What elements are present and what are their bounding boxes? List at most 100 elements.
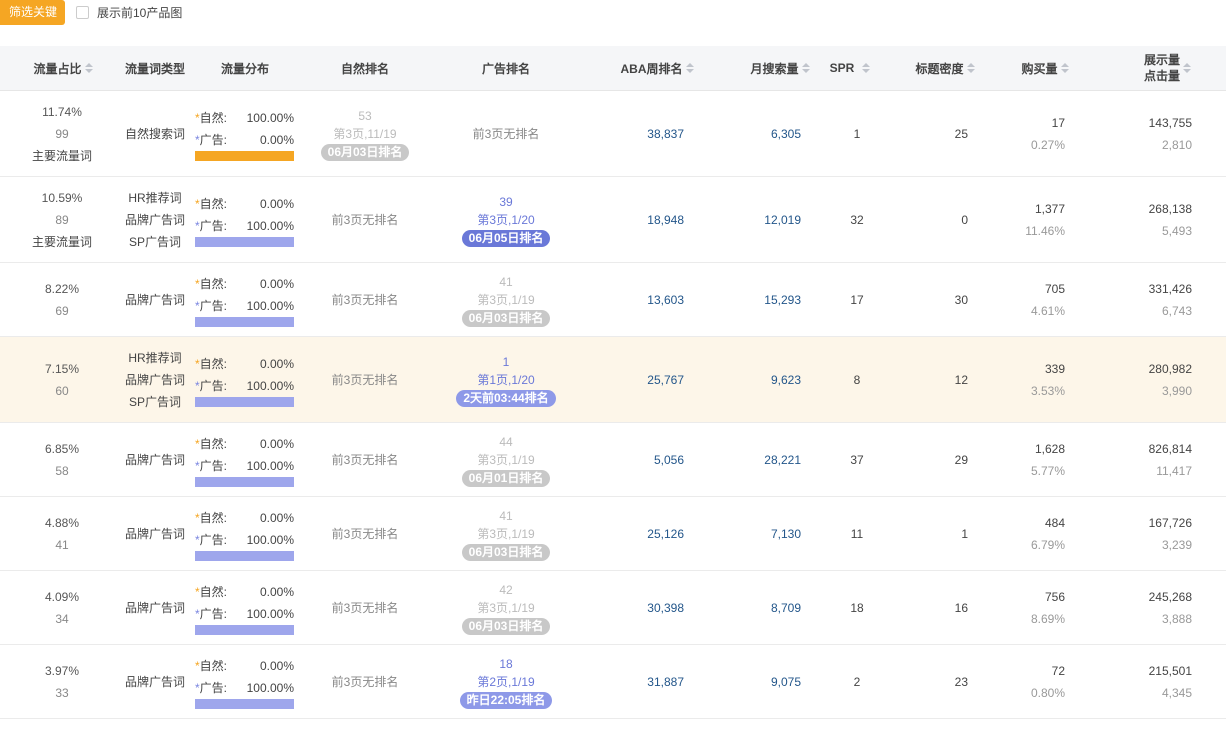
keyword-type: SP广告词 [128, 234, 181, 249]
table-row[interactable]: 8.22% 69 品牌广告词 *自然: 0.00% *广告: 100.00% 前3页无排名 41… [0, 263, 1226, 337]
monthly-search-value: 6,305 [770, 126, 801, 141]
traffic-share-cell: 8.22% 69 [22, 263, 102, 336]
ad-label: 广告: [199, 298, 228, 313]
purchase-value: 339 [1044, 361, 1065, 376]
rank-position: 53 [358, 108, 372, 123]
col-impr-bottom-label: 点击量 [1143, 69, 1180, 83]
natural-rank-cell: 前3页无排名 [300, 337, 430, 422]
rank-page: 第3页,1/19 [477, 600, 535, 615]
traffic-share-cell: 7.15% 60 [22, 337, 102, 422]
ad-share-line: *广告: 100.00% [195, 455, 294, 477]
ad-share-value: 0.00% [259, 132, 294, 147]
aba-rank-value: 30,398 [647, 600, 684, 615]
title-density-cell: 29 [900, 423, 968, 496]
aba-rank-cell: 18,948 [600, 177, 684, 262]
impressions-cell: 826,814 11,417 [1100, 423, 1192, 496]
title-density-value: 0 [961, 212, 968, 227]
rank-time-badge[interactable]: 06月01日排名 [461, 469, 551, 487]
col-density-header[interactable]: 标题密度 [905, 46, 985, 90]
sort-icon[interactable] [1183, 63, 1191, 73]
rank-time-badge[interactable]: 06月03日排名 [461, 309, 551, 327]
aba-rank-value: 25,767 [647, 372, 684, 387]
ad-rank-cell: 44 第3页,1/19 06月01日排名 [441, 423, 571, 496]
filter-keywords-button[interactable]: 筛选关键词 [0, 0, 65, 44]
table-row[interactable]: 3.97% 33 品牌广告词 *自然: 0.00% *广告: 100.00% 前3页无排名 18… [0, 645, 1226, 719]
purchase-rate: 0.27% [1030, 137, 1065, 152]
impressions-value: 167,726 [1148, 515, 1192, 530]
ad-share-value: 100.00% [246, 218, 294, 233]
ad-share-value: 100.00% [246, 532, 294, 547]
keyword-type: 品牌广告词 [124, 452, 185, 467]
col-dist-header: 流量分布 [205, 46, 285, 90]
col-spr-label: SPR [829, 61, 855, 75]
ad-share-value: 100.00% [246, 680, 294, 695]
sort-icon[interactable] [84, 63, 93, 73]
top10-checkbox[interactable] [76, 6, 89, 19]
rank-time-badge[interactable]: 昨日22:05排名 [459, 691, 553, 709]
aba-rank-cell: 38,837 [600, 91, 684, 176]
aba-rank-cell: 31,887 [600, 645, 684, 718]
rank-time-badge[interactable]: 06月03日排名 [320, 143, 410, 161]
sort-icon[interactable] [862, 63, 871, 73]
keyword-type-cell: 品牌广告词 [115, 263, 195, 336]
monthly-search-value: 15,293 [764, 292, 801, 307]
natural-rank-cell: 前3页无排名 [300, 571, 430, 644]
purchase-cell: 756 8.69% [990, 571, 1065, 644]
aba-rank-cell: 13,603 [600, 263, 684, 336]
col-search-header[interactable]: 月搜索量 [740, 46, 820, 90]
col-aba-header[interactable]: ABA周排名 [612, 46, 702, 90]
rank-time-badge[interactable]: 06月03日排名 [461, 543, 551, 561]
traffic-share-pct: 8.22% [44, 281, 80, 296]
rank-time-badge[interactable]: 06月05日排名 [461, 229, 551, 247]
natural-share-line: *自然: 0.00% [195, 273, 294, 295]
rank-time-badge[interactable]: 06月03日排名 [461, 617, 551, 635]
rank-position: 18 [499, 656, 513, 671]
sort-icon[interactable] [966, 63, 975, 73]
distribution-bar [195, 550, 294, 561]
clicks-value: 11,417 [1156, 463, 1192, 478]
impressions-cell: 167,726 3,239 [1100, 497, 1192, 570]
traffic-distribution-cell: *自然: 0.00% *广告: 100.00% [195, 497, 295, 570]
rank-time-badge[interactable]: 2天前03:44排名 [456, 389, 556, 407]
table-row[interactable]: 7.15% 60 HR推荐词 品牌广告词 SP广告词 *自然: 0.00% *广告: 100.0… [0, 337, 1226, 423]
table-row[interactable]: 10.59% 89 主要流量词 HR推荐词 品牌广告词 SP广告词 *自然: 0.00% *广告… [0, 177, 1226, 263]
traffic-share-count: 41 [55, 537, 69, 552]
sort-icon[interactable] [1060, 63, 1069, 73]
sort-icon[interactable] [801, 63, 810, 73]
purchase-rate: 8.69% [1030, 611, 1065, 626]
top10-toggle[interactable]: 展示前10产品图 [76, 4, 182, 21]
traffic-share-cell: 11.74% 99 主要流量词 [22, 91, 102, 176]
spr-value: 1 [853, 126, 861, 141]
traffic-share-pct: 10.59% [41, 190, 83, 205]
col-dist-label: 流量分布 [220, 61, 269, 76]
title-density-cell: 23 [900, 645, 968, 718]
top10-toggle-label: 展示前10产品图 [97, 6, 183, 20]
col-type-label: 流量词类型 [124, 61, 185, 76]
traffic-share-cell: 10.59% 89 主要流量词 [22, 177, 102, 262]
col-share-header[interactable]: 流量占比 [28, 46, 98, 90]
table-row[interactable]: 4.88% 41 品牌广告词 *自然: 0.00% *广告: 100.00% 前3页无排名 41… [0, 497, 1226, 571]
col-spr-header[interactable]: SPR [820, 46, 880, 90]
aba-rank-value: 18,948 [647, 212, 684, 227]
title-density-cell: 1 [900, 497, 968, 570]
keyword-type: 品牌广告词 [124, 372, 185, 387]
purchase-cell: 339 3.53% [990, 337, 1065, 422]
no-rank-text: 前3页无排名 [331, 600, 399, 615]
rank-page: 第3页,1/19 [477, 526, 535, 541]
aba-rank-cell: 30,398 [600, 571, 684, 644]
table-row[interactable]: 4.09% 34 品牌广告词 *自然: 0.00% *广告: 100.00% 前3页无排名 42… [0, 571, 1226, 645]
keyword-type-cell: HR推荐词 品牌广告词 SP广告词 [115, 177, 195, 262]
table-row[interactable]: 11.74% 99 主要流量词 自然搜索词 *自然: 100.00% *广告: 0.00% 53… [0, 91, 1226, 177]
title-density-value: 29 [954, 452, 968, 467]
clicks-value: 2,810 [1161, 137, 1192, 152]
natural-label: 自然: [199, 196, 228, 211]
sort-icon[interactable] [685, 63, 694, 73]
col-impr-header[interactable]: 展示量 点击量 [1130, 46, 1205, 90]
col-density-label: 标题密度 [915, 61, 964, 76]
col-buy-header[interactable]: 购买量 [1010, 46, 1080, 90]
ad-share-line: *广告: 100.00% [195, 529, 294, 551]
col-type-header: 流量词类型 [115, 46, 195, 90]
aba-rank-value: 13,603 [647, 292, 684, 307]
natural-rank-cell: 前3页无排名 [300, 263, 430, 336]
table-row[interactable]: 6.85% 58 品牌广告词 *自然: 0.00% *广告: 100.00% 前3页无排名 44… [0, 423, 1226, 497]
